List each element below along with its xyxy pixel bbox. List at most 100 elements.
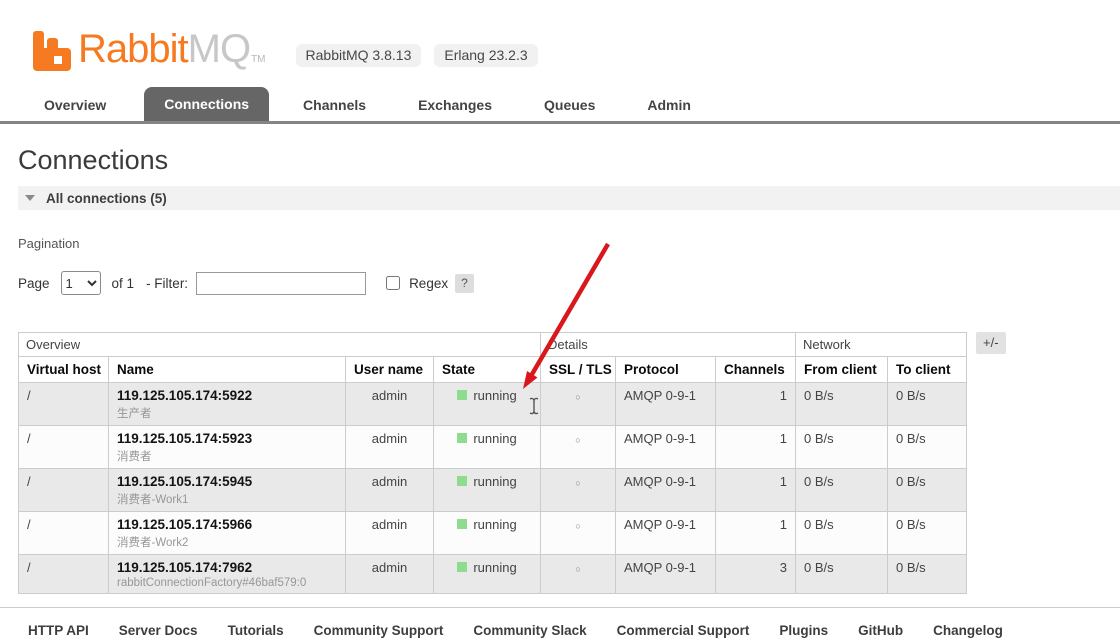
cell-vhost: / — [18, 554, 109, 594]
brand-wordmark: RabbitMQ — [78, 27, 251, 71]
footer-link-server-docs[interactable]: Server Docs — [119, 623, 198, 638]
table-row: / 119.125.105.174:5923 消费者 admin running… — [18, 425, 967, 469]
rabbitmq-logo[interactable]: RabbitMQ TM — [30, 28, 266, 73]
footer-link-changelog[interactable]: Changelog — [933, 623, 1003, 638]
footer-links: HTTP API Server Docs Tutorials Community… — [0, 607, 1120, 638]
client-label: 生产者 — [117, 408, 152, 420]
tab-overview[interactable]: Overview — [30, 89, 120, 121]
table-row: / 119.125.105.174:5966 消费者-Work2 admin r… — [18, 511, 967, 555]
footer-link-community-support[interactable]: Community Support — [314, 623, 444, 638]
pagination-heading: Pagination — [18, 236, 80, 251]
all-connections-toggle[interactable]: All connections (5) — [18, 186, 1120, 210]
footer-link-http-api[interactable]: HTTP API — [28, 623, 89, 638]
state-label: running — [473, 517, 517, 532]
footer-link-community-slack[interactable]: Community Slack — [473, 623, 586, 638]
cell-to-client: 0 B/s — [887, 425, 967, 469]
cell-from-client: 0 B/s — [795, 511, 888, 555]
cell-protocol: AMQP 0-9-1 — [615, 554, 716, 594]
cell-ssl: ○ — [540, 554, 616, 594]
no-ssl-icon: ○ — [575, 392, 581, 402]
page-select[interactable]: 1 — [60, 271, 101, 295]
tab-connections[interactable]: Connections — [144, 87, 270, 121]
cell-name[interactable]: 119.125.105.174:5945 消费者-Work1 — [108, 468, 346, 512]
cell-vhost: / — [18, 425, 109, 469]
regex-checkbox[interactable] — [386, 276, 401, 290]
col-ssl-tls: SSL / TLS — [540, 356, 616, 383]
cell-user: admin — [345, 425, 434, 469]
pagination-controls: Page 1 of 1 - Filter: Regex ? — [18, 270, 1120, 296]
state-label: running — [473, 474, 517, 489]
col-name: Name — [108, 356, 346, 383]
cell-state: running — [433, 382, 541, 426]
connection-link[interactable]: 119.125.105.174:7962 — [117, 560, 337, 575]
cell-protocol: AMQP 0-9-1 — [615, 468, 716, 512]
filter-input[interactable] — [196, 271, 367, 295]
cell-protocol: AMQP 0-9-1 — [615, 425, 716, 469]
cell-channels: 1 — [715, 511, 796, 555]
brand-rabbit: Rabbit — [78, 27, 189, 71]
group-network: Network — [795, 332, 967, 357]
cell-protocol: AMQP 0-9-1 — [615, 511, 716, 555]
cell-protocol: AMQP 0-9-1 — [615, 382, 716, 426]
cell-name[interactable]: 119.125.105.174:5923 消费者 — [108, 425, 346, 469]
client-label: 消费者 — [117, 451, 152, 463]
cell-state: running — [433, 511, 541, 555]
state-label: running — [473, 431, 517, 446]
col-virtual-host: Virtual host — [18, 356, 109, 383]
tab-queues[interactable]: Queues — [530, 89, 609, 121]
column-header-row: Virtual host Name User name State SSL / … — [18, 356, 967, 383]
connection-link[interactable]: 119.125.105.174:5945 — [117, 474, 337, 489]
footer-link-commercial-support[interactable]: Commercial Support — [617, 623, 750, 638]
cell-ssl: ○ — [540, 382, 616, 426]
filter-label: - Filter: — [146, 275, 189, 291]
group-header-row: Overview Details Network — [18, 332, 967, 357]
cell-state: running — [433, 425, 541, 469]
footer-link-tutorials[interactable]: Tutorials — [228, 623, 284, 638]
cell-channels: 1 — [715, 425, 796, 469]
table-row: / 119.125.105.174:5922 生产者 admin running… — [18, 382, 967, 426]
footer-link-github[interactable]: GitHub — [858, 623, 903, 638]
no-ssl-icon: ○ — [575, 564, 581, 574]
cell-user: admin — [345, 554, 434, 594]
regex-help-button[interactable]: ? — [455, 273, 474, 293]
tab-exchanges[interactable]: Exchanges — [404, 89, 506, 121]
rabbitmq-version-badge: RabbitMQ 3.8.13 — [295, 44, 422, 67]
connection-link[interactable]: 119.125.105.174:5966 — [117, 517, 337, 532]
cell-channels: 3 — [715, 554, 796, 594]
no-ssl-icon: ○ — [575, 435, 581, 445]
cell-from-client: 0 B/s — [795, 468, 888, 512]
cell-channels: 1 — [715, 468, 796, 512]
column-visibility-toggle[interactable]: +/- — [976, 332, 1006, 354]
running-indicator — [457, 562, 468, 572]
footer-link-plugins[interactable]: Plugins — [779, 623, 828, 638]
version-badges: RabbitMQ 3.8.13 Erlang 23.2.3 — [295, 44, 538, 67]
no-ssl-icon: ○ — [575, 521, 581, 531]
tab-admin[interactable]: Admin — [633, 89, 705, 121]
header: RabbitMQ TM RabbitMQ 3.8.13 Erlang 23.2.… — [0, 0, 1120, 73]
cell-user: admin — [345, 382, 434, 426]
connections-table: Overview Details Network Virtual host Na… — [18, 332, 967, 594]
cell-to-client: 0 B/s — [887, 468, 967, 512]
connection-link[interactable]: 119.125.105.174:5922 — [117, 388, 337, 403]
connection-link[interactable]: 119.125.105.174:5923 — [117, 431, 337, 446]
trademark: TM — [251, 54, 266, 65]
page-title: Connections — [18, 145, 169, 175]
running-indicator — [457, 519, 468, 529]
cell-ssl: ○ — [540, 468, 616, 512]
cell-state: running — [433, 554, 541, 594]
cell-vhost: / — [18, 511, 109, 555]
connections-table-wrap: Overview Details Network Virtual host Na… — [18, 332, 1038, 594]
cell-name[interactable]: 119.125.105.174:5966 消费者-Work2 — [108, 511, 346, 555]
cell-user: admin — [345, 511, 434, 555]
tab-channels[interactable]: Channels — [289, 89, 380, 121]
main-nav: Overview Connections Channels Exchanges … — [0, 87, 1120, 124]
cell-name[interactable]: 119.125.105.174:5922 生产者 — [108, 382, 346, 426]
col-channels: Channels — [715, 356, 796, 383]
cell-to-client: 0 B/s — [887, 382, 967, 426]
group-details: Details — [540, 332, 796, 357]
cell-to-client: 0 B/s — [887, 511, 967, 555]
cell-name[interactable]: 119.125.105.174:7962 rabbitConnectionFac… — [108, 554, 346, 594]
cell-from-client: 0 B/s — [795, 382, 888, 426]
regex-label: Regex — [409, 275, 449, 291]
cell-ssl: ○ — [540, 511, 616, 555]
